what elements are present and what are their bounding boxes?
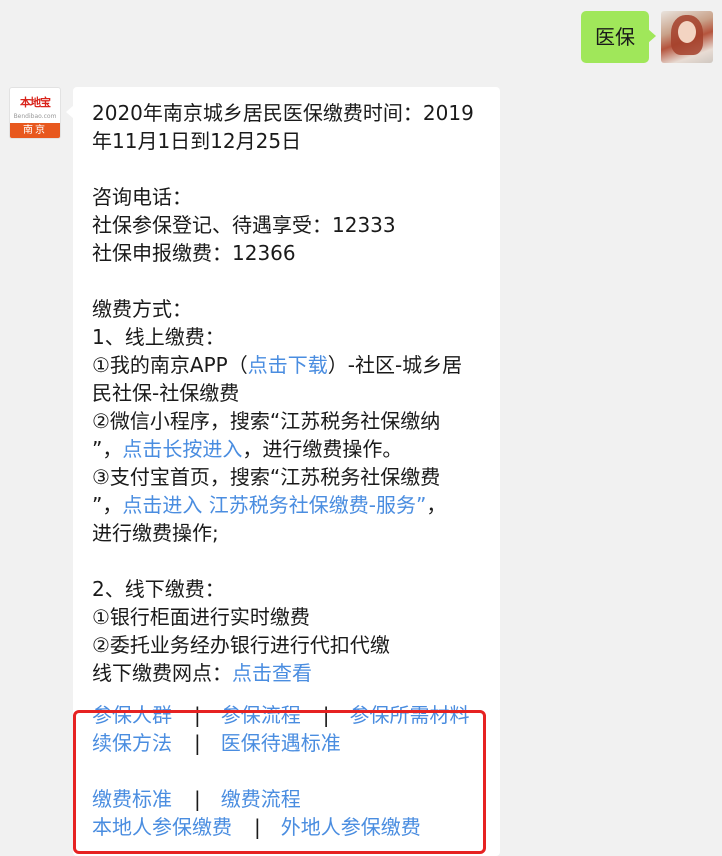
offline-points-label: 线下缴费网点：	[92, 661, 232, 685]
text-line: ②微信小程序，搜索“江苏税务社保缴纳	[92, 409, 441, 433]
bot-logo-text: 本地宝	[20, 96, 51, 109]
text-line: ③支付宝首页，搜索“江苏税务社保缴费	[92, 465, 441, 489]
bot-logo-sub: Bendibao.com	[13, 113, 57, 120]
wechat-line-pre: ”，	[92, 437, 123, 461]
offline-points-line: 线下缴费网点：点击查看	[92, 659, 500, 687]
avatar-face	[678, 21, 696, 43]
user-avatar[interactable]	[661, 11, 713, 63]
text-line: 缴费方式：	[92, 297, 192, 321]
wechat-line-post: ，进行缴费操作。	[242, 437, 403, 461]
user-message-bubble[interactable]: 医保	[581, 11, 656, 63]
bot-logo-city: 南京	[10, 123, 60, 138]
app-line-post: ）-社区-城乡居	[327, 353, 463, 377]
text-line: 社保参保登记、待遇享受：12333	[92, 213, 396, 237]
view-points-link[interactable]: 点击查看	[232, 661, 312, 685]
text-line: 2020年南京城乡居民医保缴费时间：2019	[92, 101, 474, 125]
user-message-row: 医保	[581, 11, 713, 63]
alipay-line: ”，点击进入 江苏税务社保缴费-服务”，	[92, 491, 500, 519]
text-line: 咨询电话：	[92, 185, 192, 209]
download-link[interactable]: 点击下载	[248, 353, 328, 377]
text-line: ②委托业务经办银行进行代扣代缴	[92, 633, 390, 657]
text-line: 2、线下缴费：	[92, 577, 225, 601]
user-message-text: 医保	[595, 25, 635, 49]
text-line: 年11月1日到12月25日	[92, 129, 302, 153]
app-line: ①我的南京APP（点击下载）-社区-城乡居	[92, 351, 500, 379]
highlight-box	[73, 710, 486, 854]
alipay-line-post: ，	[426, 493, 447, 517]
bot-avatar[interactable]: 本地宝 Bendibao.com 南京	[9, 87, 61, 139]
alipay-line-pre: ”，	[92, 493, 123, 517]
alipay-service-link[interactable]: 点击进入 江苏税务社保缴费-服务”	[122, 493, 426, 517]
app-line-pre: ①我的南京APP（	[92, 353, 248, 377]
text-line: 进行缴费操作;	[92, 521, 219, 545]
long-press-link[interactable]: 点击长按进入	[122, 437, 242, 461]
text-line: 1、线上缴费：	[92, 325, 225, 349]
text-line: 民社保-社保缴费	[92, 381, 240, 405]
text-line: 社保申报缴费：12366	[92, 241, 296, 265]
text-line: ①银行柜面进行实时缴费	[92, 605, 310, 629]
wechat-line: ”，点击长按进入，进行缴费操作。	[92, 435, 500, 463]
